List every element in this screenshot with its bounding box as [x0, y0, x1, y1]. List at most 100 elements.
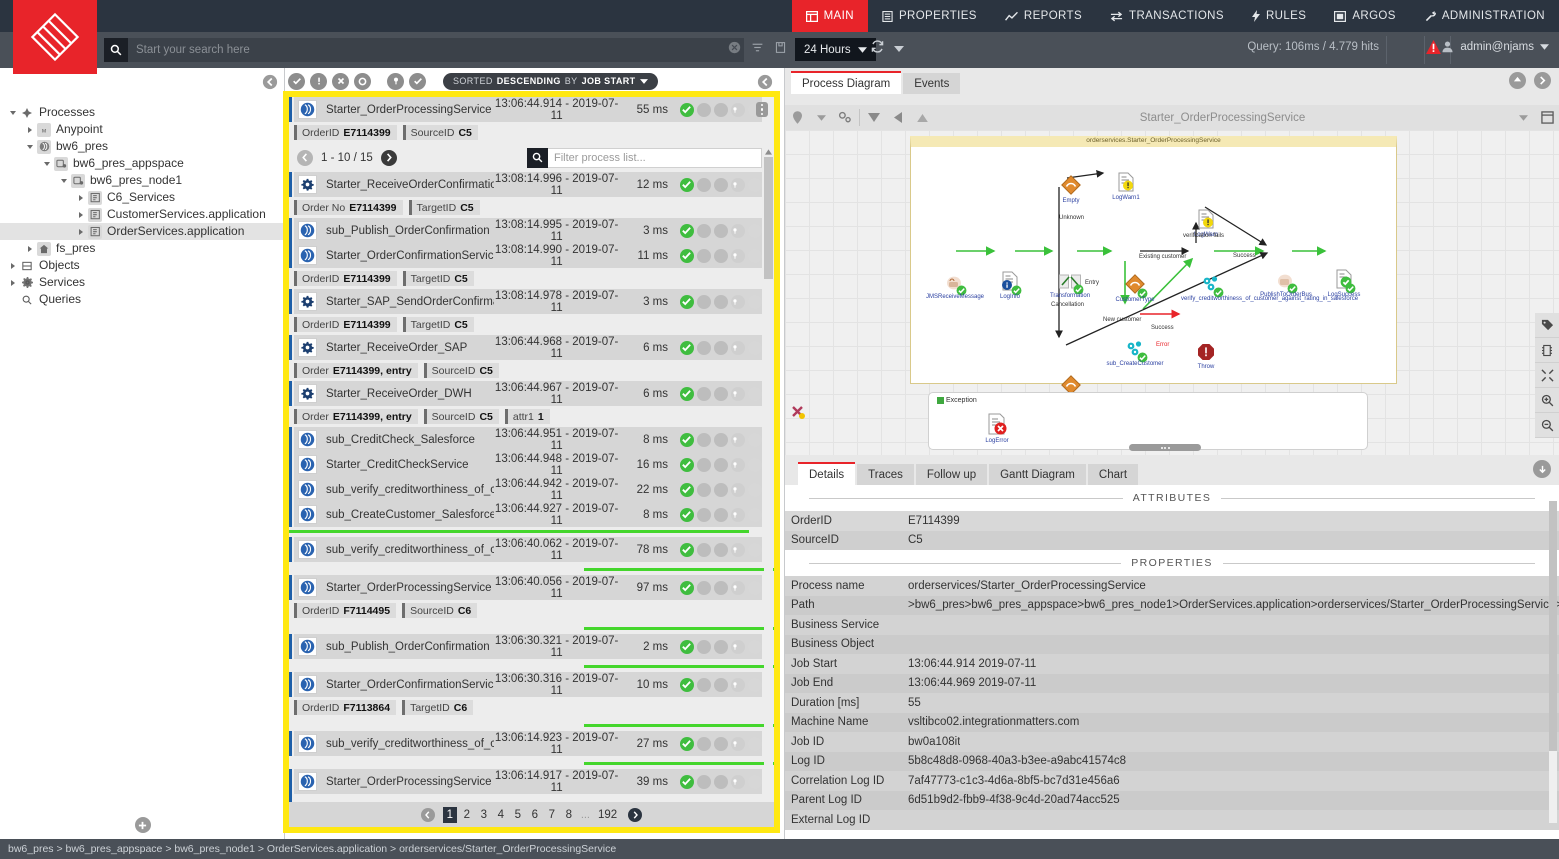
- step-up-icon[interactable]: [910, 105, 934, 130]
- table-row[interactable]: Starter_OrderProcessingService 13:06:40.0…: [294, 575, 762, 600]
- diagram-node-custtype[interactable]: CustomerType: [1115, 274, 1155, 303]
- tree-item-customerservices_application[interactable]: CustomerServices.application: [0, 206, 284, 223]
- tree-item-c6_services[interactable]: C6_Services: [0, 189, 284, 206]
- collapse-panel-icon[interactable]: [1534, 72, 1551, 89]
- pagination-page-6[interactable]: 6: [528, 807, 542, 823]
- diagram-node-loginfo[interactable]: LogInfo: [1000, 271, 1022, 300]
- zoom-out-icon[interactable]: [1535, 413, 1559, 438]
- marker-dropdown-icon[interactable]: [809, 105, 833, 130]
- diagram-node-logwarn1[interactable]: LogWarn1: [1112, 172, 1140, 201]
- filter-warning-icon[interactable]: [310, 72, 327, 90]
- details-scrollbar[interactable]: [1549, 501, 1557, 823]
- chevron-right-icon[interactable]: [79, 194, 83, 201]
- table-row[interactable]: Starter_OrderConfirmationService 13:08:14…: [294, 243, 762, 268]
- details-tab-details[interactable]: Details: [798, 462, 856, 485]
- details-download-icon[interactable]: [1533, 460, 1551, 478]
- table-row[interactable]: sub_Publish_OrderConfirmation 13:08:14.99…: [294, 218, 762, 243]
- pagination-page-7[interactable]: 7: [545, 807, 559, 823]
- chevron-right-icon[interactable]: [79, 228, 83, 235]
- nav-item-transactions[interactable]: TRANSACTIONS: [1096, 0, 1238, 32]
- search-history-icon[interactable]: [751, 41, 764, 57]
- diagram-node-throw[interactable]: Throw: [1197, 343, 1215, 370]
- pagination-page-4[interactable]: 4: [494, 807, 508, 823]
- tree-toggle[interactable]: [23, 245, 37, 252]
- chevron-right-icon[interactable]: [11, 262, 15, 269]
- details-tab-gantt-diagram[interactable]: Gantt Diagram: [989, 464, 1086, 485]
- details-tab-traces[interactable]: Traces: [857, 464, 914, 485]
- step-down-icon[interactable]: [862, 105, 886, 130]
- filter-error-icon[interactable]: [332, 72, 349, 90]
- tree-toggle[interactable]: [23, 144, 37, 149]
- tree-item-objects[interactable]: Objects: [0, 257, 284, 274]
- nav-item-properties[interactable]: PROPERTIES: [868, 0, 991, 32]
- tree-item-processes[interactable]: Processes: [0, 104, 284, 121]
- tree-add-icon[interactable]: [134, 817, 151, 833]
- tab-events[interactable]: Events: [903, 73, 961, 94]
- diagram-node-logsuccess[interactable]: LogSuccess: [1328, 269, 1360, 298]
- pagination-last-page[interactable]: 192: [595, 807, 620, 823]
- table-row[interactable]: Starter_OrderProcessingService 13:06:14.9…: [294, 769, 762, 794]
- search-icon[interactable]: [104, 38, 128, 62]
- tree-toggle[interactable]: [6, 279, 20, 286]
- diagram-node-empty[interactable]: Empty: [1061, 175, 1081, 204]
- nav-item-main[interactable]: MAIN: [791, 0, 868, 32]
- tree-item-orderservices_application[interactable]: OrderServices.application: [0, 223, 284, 240]
- step-back-icon[interactable]: [886, 105, 910, 130]
- details-tab-chart[interactable]: Chart: [1087, 464, 1139, 485]
- marker-icon[interactable]: [785, 105, 809, 130]
- refresh-options-chevron-icon[interactable]: [894, 41, 904, 55]
- chevron-down-icon[interactable]: [10, 110, 16, 115]
- tree-toggle[interactable]: [74, 228, 88, 235]
- pagination-page-5[interactable]: 5: [511, 807, 525, 823]
- table-row[interactable]: sub_verify_creditworthiness_of_custo13:0…: [294, 477, 762, 502]
- nav-item-administration[interactable]: ADMINISTRATION: [1410, 0, 1559, 32]
- chevron-down-icon[interactable]: [61, 178, 67, 183]
- chevron-right-icon[interactable]: [11, 279, 15, 286]
- collapse-tree-icon[interactable]: [262, 74, 278, 93]
- fit-screen-icon[interactable]: [1535, 363, 1559, 388]
- tree-toggle[interactable]: [6, 110, 20, 115]
- diagram-node-subcreate[interactable]: sub_CreateCustomer: [1106, 340, 1164, 367]
- chevron-right-icon[interactable]: [79, 211, 83, 218]
- pagination-next-icon[interactable]: [628, 807, 643, 822]
- table-row[interactable]: sub_Publish_OrderConfirmation 13:06:30.32…: [294, 634, 762, 659]
- diagram-node-logwarn[interactable]: LogWarn: [1194, 209, 1218, 238]
- diagram-dropdown-icon[interactable]: [1511, 105, 1535, 130]
- filter-success-icon[interactable]: [288, 72, 305, 90]
- refresh-icon[interactable]: [870, 39, 885, 57]
- pin-process-icon[interactable]: [387, 72, 404, 90]
- pagination-previous-icon[interactable]: [420, 807, 435, 822]
- scrollbar-thumb[interactable]: [1549, 501, 1557, 751]
- diagram-node-verify[interactable]: verify_creditworthiness_of_customer_agai…: [1181, 275, 1358, 302]
- scrollbar-thumb[interactable]: [764, 157, 773, 279]
- tree-item-bw6_pres_node1[interactable]: bw6_pres_node1: [0, 172, 284, 189]
- table-row[interactable]: Starter_OrderProcessingService 13:06:44.9…: [294, 97, 762, 122]
- chevron-down-icon[interactable]: [44, 161, 50, 166]
- tree-item-bw6_pres_appspace[interactable]: bw6_pres_appspace: [0, 155, 284, 172]
- tree-toggle[interactable]: [6, 262, 20, 269]
- process-diagram-canvas[interactable]: orderservices.Starter_OrderProcessingSer…: [785, 130, 1559, 455]
- list-scrollbar[interactable]: [764, 157, 773, 802]
- previous-page-icon[interactable]: [297, 149, 313, 166]
- table-row[interactable]: sub_CreditCheck_Salesforce 13:06:44.951 -…: [294, 427, 762, 452]
- tree-toggle[interactable]: [40, 161, 54, 166]
- user-menu[interactable]: admin@njams: [1441, 40, 1549, 53]
- search-input[interactable]: [128, 38, 744, 62]
- diagram-settings-icon[interactable]: [833, 105, 857, 130]
- tree-toggle[interactable]: [74, 194, 88, 201]
- diagram-horizontal-scrollbar[interactable]: [1129, 444, 1201, 451]
- tree-item-queries[interactable]: Queries: [0, 291, 284, 308]
- expand-up-icon[interactable]: [1509, 72, 1526, 89]
- table-row[interactable]: Starter_ReceiveOrder_DWH 13:06:44.967 - 2…: [294, 381, 762, 406]
- chevron-right-icon[interactable]: [28, 126, 32, 133]
- process-list-scroll[interactable]: Starter_OrderProcessingService 13:06:44.9…: [289, 97, 774, 802]
- nav-item-rules[interactable]: RULES: [1238, 0, 1320, 32]
- diagram-node-publish[interactable]: PublishToOrderBus: [1260, 273, 1312, 298]
- table-row[interactable]: Starter_ReceiveOrderConfirmation_C13:08:…: [294, 172, 762, 197]
- scroll-up-icon[interactable]: [764, 147, 773, 156]
- next-page-icon[interactable]: [380, 149, 397, 166]
- tag-icon[interactable]: [1535, 313, 1559, 338]
- filter-running-icon[interactable]: [354, 72, 371, 90]
- pagination-page-8[interactable]: 8: [562, 807, 576, 823]
- table-row[interactable]: Starter_SAP_SendOrderConfirmation13:08:1…: [294, 289, 762, 314]
